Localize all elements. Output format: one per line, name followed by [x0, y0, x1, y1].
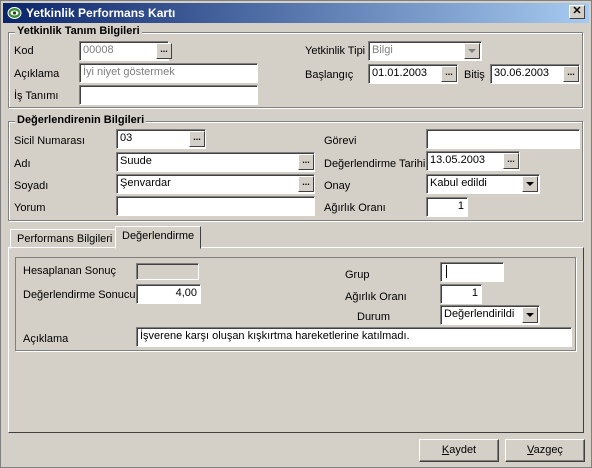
text-cursor [446, 265, 447, 278]
vazgec-label: azgeç [533, 444, 563, 456]
soyadi-label: Soyadı [14, 180, 49, 192]
grup-label: Grup [345, 269, 370, 281]
yorum-label: Yorum [14, 202, 46, 214]
degerlendirme-sonucu-field[interactable]: 4,00 [136, 284, 201, 304]
agirlik-orani-field[interactable]: 1 [426, 197, 468, 217]
eye-icon [7, 7, 22, 19]
degerlendirme-tarihi-picker-button[interactable]: ... [503, 153, 519, 169]
gorevi-label: Görevi [324, 135, 357, 147]
degerlendirme-tarihi-label: Değerlendirme Tarihi [324, 158, 426, 170]
gorevi-field[interactable] [426, 129, 580, 149]
vazgec-button[interactable]: Vazgeç [505, 439, 585, 462]
durum-dropdown-icon[interactable] [522, 307, 538, 323]
onay-dropdown-icon[interactable] [522, 176, 538, 192]
tab-aciklama-field[interactable]: İşverene karşı oluşan kışkırtma hareketl… [136, 327, 572, 347]
bitis-picker-button[interactable]: ... [563, 66, 579, 82]
close-icon: ✕ [572, 5, 582, 17]
group-legend-tanim: Yetkinlik Tanım Bilgileri [15, 25, 142, 37]
kaydet-button[interactable]: Kaydet [419, 439, 499, 462]
adi-lookup-button[interactable]: ... [298, 154, 314, 170]
hesaplanan-sonuc-label: Hesaplanan Sonuç [23, 265, 116, 277]
baslangic-label: Başlangıç [305, 69, 354, 81]
tab-performans-bilgileri[interactable]: Performans Bilgileri [10, 229, 120, 249]
kod-lookup-button[interactable]: ... [156, 43, 172, 59]
tab-aciklama-label: Açıklama [23, 333, 69, 345]
onay-label: Onay [324, 180, 351, 192]
grup-field[interactable] [440, 262, 504, 282]
tab-agirlik-orani-field[interactable]: 1 [440, 284, 482, 304]
group-legend-degerlendiren: Değerlendirenin Bilgileri [15, 114, 147, 126]
window: Yetkinlik Performans Kartı ✕ Yetkinlik T… [0, 0, 592, 468]
close-button[interactable]: ✕ [569, 5, 585, 19]
durum-label: Durum [357, 311, 391, 323]
yetkinlik-tipi-dropdown-icon[interactable] [464, 43, 480, 59]
window-title: Yetkinlik Performans Kartı [26, 6, 176, 20]
tab-degerlendirme[interactable]: Değerlendirme [115, 226, 202, 249]
yorum-field[interactable] [116, 196, 315, 216]
baslangic-picker-button[interactable]: ... [441, 66, 457, 82]
bitis-label: Bitiş [464, 69, 485, 81]
aciklama-field[interactable]: İyi niyet göstermek [79, 63, 258, 83]
kaydet-label: aydet [449, 444, 477, 456]
adi-field[interactable]: Suude [116, 152, 315, 172]
degerlendirme-sonucu-label: Değerlendirme Sonucu [23, 289, 136, 301]
sicil-lookup-button[interactable]: ... [189, 131, 205, 147]
title-bar: Yetkinlik Performans Kartı [3, 3, 589, 23]
tab-agirlik-orani-label: Ağırlık Oranı [345, 291, 407, 303]
soyadi-lookup-button[interactable]: ... [298, 176, 314, 192]
is-tanimi-label: İş Tanımı [14, 90, 59, 102]
adi-label: Adı [14, 158, 31, 170]
hesaplanan-sonuc-field [136, 263, 199, 280]
kod-label: Kod [14, 45, 34, 57]
sicil-label: Sicil Numarası [14, 135, 85, 147]
yetkinlik-tipi-label: Yetkinlik Tipi [305, 45, 366, 57]
is-tanimi-field[interactable] [79, 85, 258, 105]
agirlik-orani-label: Ağırlık Oranı [324, 202, 386, 214]
aciklama-label: Açıklama [14, 68, 60, 80]
soyadi-field[interactable]: Şenvardar [116, 174, 315, 194]
